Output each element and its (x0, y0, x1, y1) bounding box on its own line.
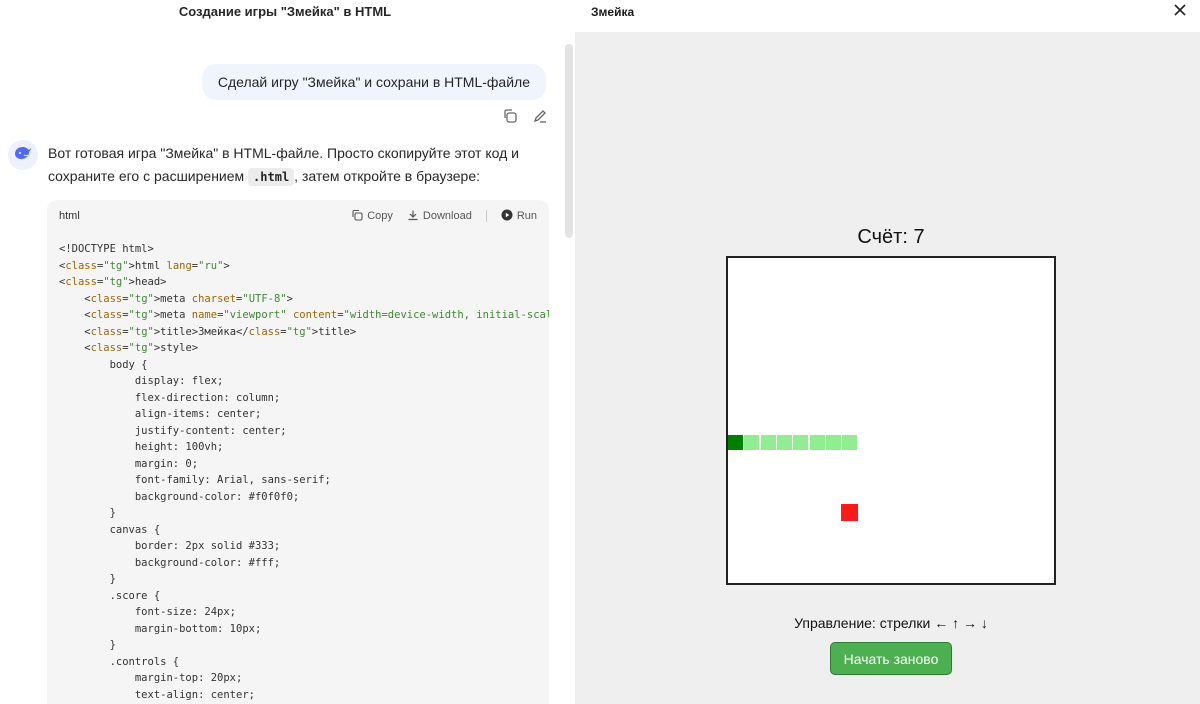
code-line: margin: 0; (59, 457, 199, 470)
assistant-avatar (8, 140, 38, 170)
play-icon (501, 209, 513, 224)
copy-code-button[interactable]: Copy (351, 209, 393, 224)
chat-panel: Создание игры "Змейка" в HTML Сделай игр… (0, 0, 575, 704)
code-line: .score { (59, 589, 161, 602)
code-line: } (59, 639, 116, 651)
code-block-header: html Copy Download Run (47, 200, 549, 232)
snake-head (728, 435, 743, 451)
code-line: height: 100vh; (59, 441, 224, 453)
header-divider (485, 210, 487, 222)
edit-icon[interactable] (531, 107, 549, 125)
controls-hint: Управление: стрелки ← ↑ → ↓ (794, 615, 988, 631)
code-line: background-color: #fff; (59, 556, 281, 569)
snake-segment (744, 435, 760, 451)
code-content: <!DOCTYPE html> <class="tg">html lang="ru… (47, 232, 549, 704)
code-line: <class="tg">head> (59, 276, 167, 288)
copy-label: Copy (367, 210, 393, 222)
score-display: Счёт: 7 (857, 226, 925, 248)
copy-icon (351, 209, 363, 224)
code-line: <class="tg">title>Змейка</class="tg">tit… (59, 325, 357, 338)
chat-scrollbar[interactable] (565, 44, 573, 238)
close-button[interactable] (1170, 2, 1190, 22)
reply-text-part2: , затем откройте в браузере: (294, 168, 481, 184)
code-line: margin-bottom: 10px; (59, 622, 262, 635)
code-line: text-align: center; (59, 688, 255, 701)
preview-title: Змейка (591, 5, 635, 19)
code-line: <class="tg">html lang="ru"> (59, 259, 230, 272)
code-line: <!DOCTYPE html> (59, 243, 154, 255)
food-item (841, 503, 859, 521)
code-line: display: flex; (59, 375, 224, 387)
snake-segment (776, 435, 792, 451)
copy-icon[interactable] (501, 107, 519, 125)
preview-panel: Змейка Счёт: 7 Управление: стрелки ← ↑ →… (575, 0, 1200, 704)
chat-title: Создание игры "Змейка" в HTML (178, 4, 392, 19)
run-label: Run (516, 210, 537, 222)
code-line: font-size: 24px; (59, 606, 237, 618)
code-line: .controls { (59, 655, 180, 668)
code-line: justify-content: center; (59, 424, 287, 437)
restart-button[interactable]: Начать заново (830, 642, 952, 675)
whale-logo-icon (12, 142, 34, 169)
code-line: margin-top: 20px; (59, 672, 243, 684)
snake-segment (760, 435, 776, 451)
code-line: flex-direction: column; (59, 391, 281, 404)
code-line: background-color: #f0f0f0; (59, 490, 300, 503)
snake-segment (793, 435, 809, 451)
inline-code: .html (248, 168, 295, 186)
code-line: <class="tg">meta name="viewport" content… (59, 309, 549, 321)
code-block: html Copy Download Run <!DOCTYPE html> <c… (47, 200, 549, 704)
assistant-reply: Вот готовая игра "Змейка" в HTML-файле. … (48, 142, 553, 189)
message-actions (501, 107, 549, 125)
code-line: <class="tg">meta charset="UTF-8"> (59, 292, 293, 305)
code-line: } (59, 507, 116, 519)
game-canvas[interactable] (726, 256, 1056, 585)
snake-segment (842, 435, 858, 451)
preview-header: Змейка (575, 0, 1200, 32)
code-line: font-family: Arial, sans-serif; (59, 474, 331, 486)
close-icon (1173, 3, 1187, 22)
code-line: } (59, 573, 116, 585)
snake-segment (825, 435, 841, 451)
app-window: Создание игры "Змейка" в HTML Сделай игр… (0, 0, 1200, 704)
user-message: Сделай игру "Змейка" и сохрани в HTML-фа… (201, 64, 546, 100)
code-line: <class="tg">style> (59, 342, 199, 354)
snake-segment (809, 435, 825, 451)
code-line: body { (59, 358, 148, 371)
code-line: canvas { (59, 523, 161, 536)
run-button[interactable]: Run (501, 209, 537, 224)
download-label: Download (422, 210, 472, 222)
download-icon (407, 209, 419, 224)
download-button[interactable]: Download (407, 209, 472, 224)
code-language: html (59, 210, 80, 222)
code-line: border: 2px solid #333; (59, 540, 281, 552)
code-line: align-items: center; (59, 408, 262, 420)
